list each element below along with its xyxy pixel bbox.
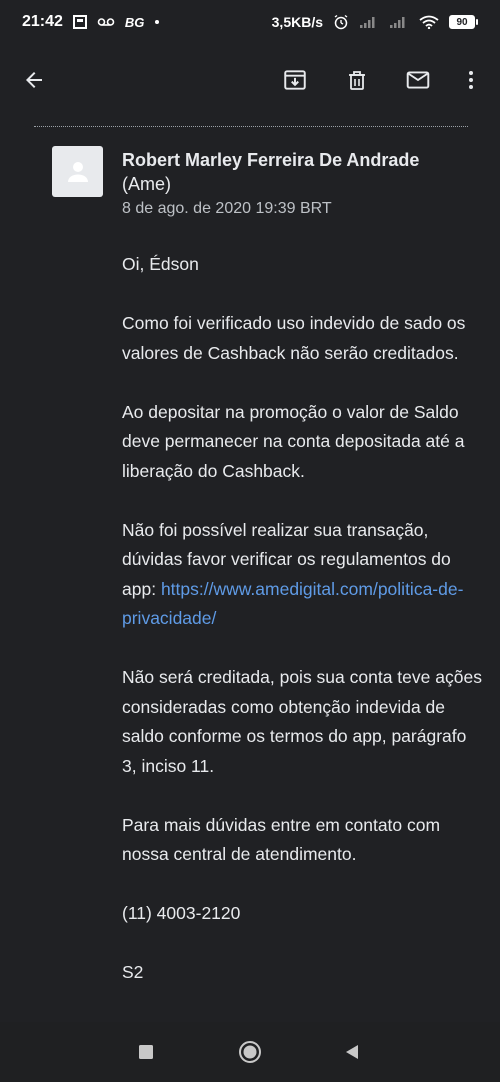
paragraph-2: Ao depositar na promoção o valor de Sald… — [122, 401, 465, 481]
status-bar-left: 21:42 BG — [22, 13, 160, 31]
paragraph-1: Como foi verificado uso indevido de sado… — [122, 313, 466, 363]
notification-square-icon — [72, 15, 87, 29]
battery-icon: 90 — [449, 15, 478, 29]
sender-block[interactable]: Robert Marley Ferreira De Andrade (Ame) — [122, 148, 482, 196]
paragraph-4: Não será creditada, pois sua conta teve … — [122, 667, 482, 776]
system-nav-bar — [0, 1022, 500, 1082]
avatar[interactable] — [52, 146, 103, 197]
clock: 21:42 — [22, 13, 63, 30]
battery-level: 90 — [449, 15, 475, 29]
back-arrow-icon[interactable] — [18, 64, 50, 96]
person-icon — [67, 161, 88, 182]
back-triangle-icon[interactable] — [340, 1040, 364, 1064]
archive-icon[interactable] — [279, 64, 311, 96]
alarm-icon — [333, 14, 349, 30]
voicemail-icon — [97, 16, 115, 28]
header-divider — [34, 126, 468, 127]
phone-number[interactable]: (11) 4003-2120 — [122, 899, 482, 929]
privacy-policy-link[interactable]: https://www.amedigital.com/politica-de-p… — [122, 579, 463, 629]
wifi-icon — [419, 15, 439, 29]
network-speed: 3,5KB/s — [271, 14, 323, 30]
recents-icon[interactable] — [134, 1040, 158, 1064]
status-bar-right: 3,5KB/s 90 — [272, 14, 478, 30]
email-toolbar — [0, 44, 500, 116]
signoff: S2 — [122, 962, 144, 982]
sender-name: Robert Marley Ferreira De Andrade — [122, 150, 420, 170]
greeting: Oi, Édson — [122, 254, 199, 274]
sender-org: (Ame) — [122, 174, 171, 194]
paragraph-5: Para mais dúvidas entre em contato com n… — [122, 814, 441, 865]
dot-icon — [154, 19, 160, 25]
mail-icon[interactable] — [402, 64, 434, 96]
signal-icon — [359, 15, 379, 29]
email-body: Oi, Édson Como foi verificado uso indevi… — [122, 250, 482, 1017]
home-icon[interactable] — [238, 1040, 262, 1064]
carrier-tag: BG — [124, 14, 145, 30]
more-vert-icon[interactable] — [455, 64, 487, 96]
paragraph-3: Não foi possível realizar sua transação,… — [122, 516, 482, 634]
email-date: 8 de ago. de 2020 19:39 BRT — [122, 200, 332, 217]
signal-icon-2 — [389, 15, 409, 29]
status-bar: 21:42 BG 3,5KB/s 90 — [0, 0, 500, 44]
trash-icon[interactable] — [341, 64, 373, 96]
